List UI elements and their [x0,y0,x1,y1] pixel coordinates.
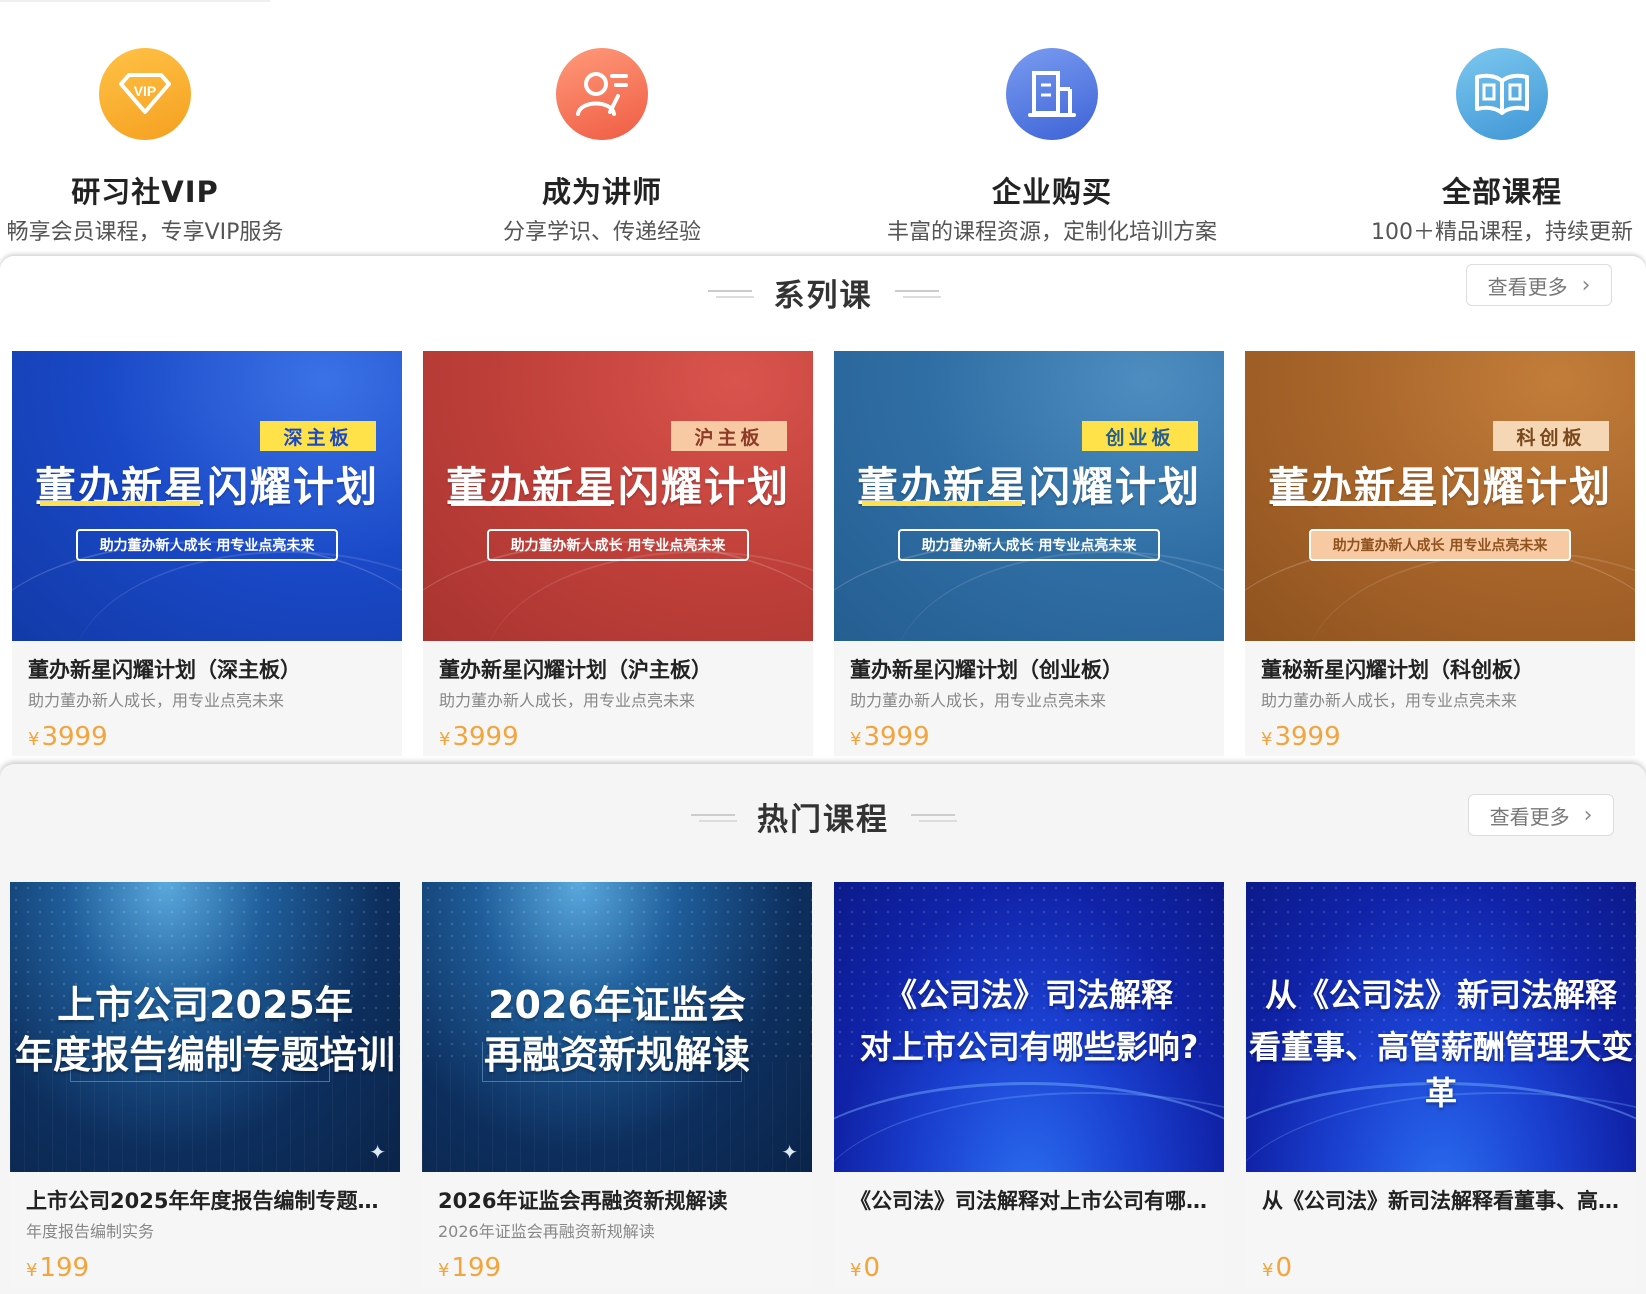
feature-title: 成为讲师 [541,175,662,209]
feature-title: 全部课程 [1441,175,1562,209]
hot-course-card[interactable]: 上市公司2025年 年度报告编制专题培训 ✦ 上市公司2025年年度报告编制专题… [10,882,400,1287]
feature-enterprise[interactable]: 企业购买 丰富的课程资源，定制化培训方案 [887,48,1217,248]
course-price: ¥3999 [850,722,930,752]
course-title: 董办新星闪耀计划（沪主板） [439,658,712,682]
course-thumbnail: 上市公司2025年 年度报告编制专题培训 ✦ [10,882,400,1172]
banner-underline [862,501,1022,506]
series-section-title: 系列课 [773,278,873,314]
view-more-label: 查看更多 [1487,274,1568,299]
vip-icon: VIP [99,48,191,140]
banner-line-2: 看董事、高管薪酬管理大变革 [1248,1028,1633,1112]
series-course-card[interactable]: 沪主板 董办新星闪耀计划 助力董办新人成长 用专业点亮未来 董办新星闪耀计划（沪… [423,351,813,756]
open-book-icon [1456,48,1548,140]
course-thumbnail: 沪主板 董办新星闪耀计划 助力董办新人成长 用专业点亮未来 [423,351,813,641]
course-subtitle: 助力董办新人成长，用专业点亮未来 [850,691,1107,710]
course-title: 《公司法》司法解释对上市公司有哪些影响? [850,1189,1208,1213]
top-divider [0,0,270,2]
title-decoration-right [911,812,957,822]
course-title: 从《公司法》新司法解释看董事、高管薪酬管理大变革 [1262,1189,1620,1213]
series-course-card[interactable]: 科创板 董办新星闪耀计划 助力董办新人成长 用专业点亮未来 董秘新星闪耀计划（科… [1245,351,1635,756]
board-tag: 创业板 [1082,421,1198,451]
feature-desc: 分享学识、传递经验 [502,220,701,245]
chevron-right-icon: › [1581,272,1591,298]
board-tag: 科创板 [1493,421,1609,451]
series-header: 系列课 [0,270,1646,315]
series-course-card[interactable]: 深主板 董办新星闪耀计划 助力董办新人成长 用专业点亮未来 董办新星闪耀计划（深… [12,351,402,756]
feature-entries: VIP 研习社VIP 畅享会员课程，专享VIP服务 成为讲师 分享学识、传递经验 [0,0,1646,258]
lecturer-icon [556,48,648,140]
banner-slogan: 助力董办新人成长 用专业点亮未来 [898,529,1160,561]
course-title: 2026年证监会再融资新规解读 [438,1189,728,1213]
course-subtitle: 助力董办新人成长，用专业点亮未来 [439,691,696,710]
course-thumbnail: 科创板 董办新星闪耀计划 助力董办新人成长 用专业点亮未来 [1245,351,1635,641]
course-subtitle: 助力董办新人成长，用专业点亮未来 [28,691,285,710]
course-subtitle [850,1220,1208,1244]
series-course-card[interactable]: 创业板 董办新星闪耀计划 助力董办新人成长 用专业点亮未来 董办新星闪耀计划（创… [834,351,1224,756]
course-thumbnail: 从《公司法》新司法解释 看董事、高管薪酬管理大变革 [1246,882,1636,1172]
course-subtitle: 2026年证监会再融资新规解读 [438,1222,655,1241]
hot-course-card[interactable]: 2026年证监会 再融资新规解读 ✦ 2026年证监会再融资新规解读 2026年… [422,882,812,1287]
board-tag: 沪主板 [671,421,787,451]
board-tag: 深主板 [260,421,376,451]
course-price: ¥199 [438,1253,502,1283]
feature-all-courses[interactable]: 全部课程 100＋精品课程，持续更新 [1337,48,1646,248]
page-root: VIP 研习社VIP 畅享会员课程，专享VIP服务 成为讲师 分享学识、传递经验 [0,0,1646,1294]
view-more-label: 查看更多 [1489,804,1570,829]
svg-text:VIP: VIP [134,83,157,99]
course-thumbnail: 2026年证监会 再融资新规解读 ✦ [422,882,812,1172]
hot-course-card[interactable]: 《公司法》司法解释 对上市公司有哪些影响? 《公司法》司法解释对上市公司有哪些影… [834,882,1224,1287]
banner-line-2: 对上市公司有哪些影响? [859,1028,1199,1066]
course-price: ¥199 [26,1253,90,1283]
banner-line-1: 从《公司法》新司法解释 [1264,976,1617,1014]
course-subtitle [1262,1220,1620,1244]
feature-title: 研习社VIP [71,175,219,209]
banner-line-1: 2026年证监会 [488,983,746,1027]
feature-desc: 畅享会员课程，专享VIP服务 [6,220,284,245]
feature-title: 企业购买 [991,175,1112,209]
series-view-more-button[interactable]: 查看更多 › [1466,264,1612,306]
course-price: ¥3999 [439,722,519,752]
sparkle-icon: ✦ [369,1140,386,1164]
banner-slogan: 助力董办新人成长 用专业点亮未来 [76,529,338,561]
title-decoration-left [707,288,754,298]
course-subtitle: 年度报告编制实务 [26,1222,155,1241]
feature-vip[interactable]: VIP 研习社VIP 畅享会员课程，专享VIP服务 [0,48,310,248]
hot-courses-section: 热门课程 查看更多 › 上市公司2025年 年度报告编制专题培训 ✦ 上市公司2… [0,764,1646,1294]
series-section: 系列课 查看更多 › 深主板 董办新星闪耀计划 助力董办新人成长 用专业点亮未来… [0,256,1646,776]
banner-line-1: 《公司法》司法解释 [884,976,1173,1014]
banner-underline [1273,501,1433,506]
enterprise-building-icon [1006,48,1098,140]
banner-underline [40,501,200,506]
chevron-right-icon: › [1583,802,1593,828]
hot-header: 热门课程 [0,794,1646,839]
course-price: ¥0 [850,1253,880,1283]
banner-underline [451,501,611,506]
course-thumbnail: 深主板 董办新星闪耀计划 助力董办新人成长 用专业点亮未来 [12,351,402,641]
feature-desc: 丰富的课程资源，定制化培训方案 [887,220,1218,245]
course-title: 上市公司2025年年度报告编制专题培训 [26,1189,384,1213]
banner-slogan: 助力董办新人成长 用专业点亮未来 [1309,529,1571,561]
feature-lecturer[interactable]: 成为讲师 分享学识、传递经验 [437,48,767,248]
banner-slogan: 助力董办新人成长 用专业点亮未来 [487,529,749,561]
course-price: ¥3999 [28,722,108,752]
hot-view-more-button[interactable]: 查看更多 › [1468,794,1614,836]
feature-desc: 100＋精品课程，持续更新 [1371,220,1633,245]
course-title: 董秘新星闪耀计划（科创板） [1261,658,1534,682]
hot-section-title: 热门课程 [757,802,889,838]
banner-line-2: 再融资新规解读 [483,1033,750,1077]
course-thumbnail: 《公司法》司法解释 对上市公司有哪些影响? [834,882,1224,1172]
course-title: 董办新星闪耀计划（深主板） [28,658,301,682]
banner-line-2: 年度报告编制专题培训 [14,1033,395,1077]
course-price: ¥0 [1262,1253,1292,1283]
title-decoration-left [691,812,737,822]
hot-course-card[interactable]: 从《公司法》新司法解释 看董事、高管薪酬管理大变革 从《公司法》新司法解释看董事… [1246,882,1636,1287]
banner-line-1: 上市公司2025年 [57,983,353,1027]
course-price: ¥3999 [1261,722,1341,752]
course-thumbnail: 创业板 董办新星闪耀计划 助力董办新人成长 用专业点亮未来 [834,351,1224,641]
course-subtitle: 助力董办新人成长，用专业点亮未来 [1261,691,1518,710]
course-title: 董办新星闪耀计划（创业板） [850,658,1123,682]
sparkle-icon: ✦ [781,1140,798,1164]
title-decoration-right [894,288,941,298]
